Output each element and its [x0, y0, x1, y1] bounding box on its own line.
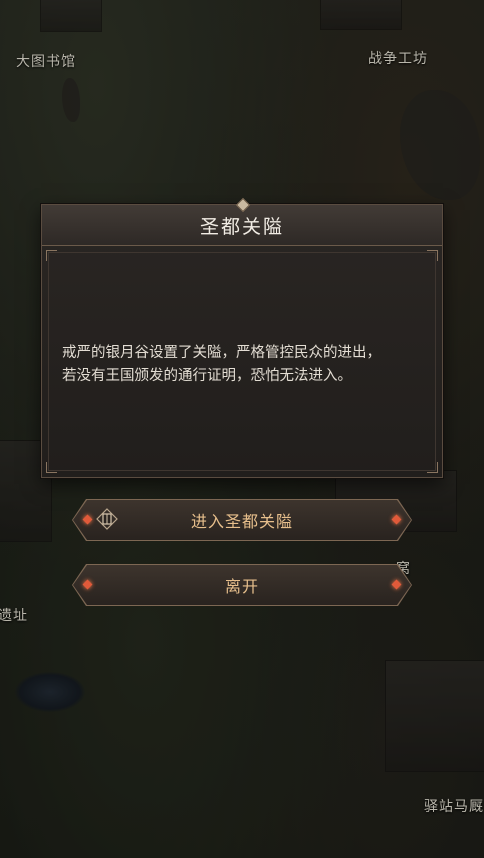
leave-button-label: 离开 — [224, 577, 259, 596]
frame-corner-ornament — [46, 250, 57, 261]
map-label-library[interactable]: 大图书馆 — [16, 51, 76, 71]
map-label-ruins[interactable]: 遗址 — [0, 605, 28, 625]
map-label-workshop[interactable]: 战争工坊 — [368, 48, 428, 68]
enter-pass-button-label: 进入圣都关隘 — [190, 512, 293, 531]
leave-button[interactable]: 离开 — [72, 564, 412, 606]
dialog-message-line: 若没有王国颁发的通行证明，恐怕无法进入。 — [62, 368, 352, 384]
frame-corner-ornament — [46, 462, 57, 473]
enter-pass-button[interactable]: 进入圣都关隘 — [72, 499, 412, 541]
dialog-message: 戒严的银月谷设置了关隘，严格管控民众的进出， 若没有王国颁发的通行证明，恐怕无法… — [62, 342, 422, 388]
dialog-body: 戒严的银月谷设置了关隘，严格管控民众的进出， 若没有王国颁发的通行证明，恐怕无法… — [42, 246, 442, 477]
frame-corner-ornament — [427, 462, 438, 473]
map-label-station[interactable]: 驿站马厩 — [424, 796, 484, 816]
game-screen: 大图书馆 战争工坊 遗址 窝 驿站马厩 圣都关隘 戒严的银月谷设置了关隘，严格管… — [0, 0, 484, 858]
frame-corner-ornament — [427, 250, 438, 261]
dialog-message-line: 戒严的银月谷设置了关隘，严格管控民众的进出， — [62, 345, 381, 361]
event-dialog: 圣都关隘 戒严的银月谷设置了关隘，严格管控民众的进出， 若没有王国颁发的通行证明… — [41, 197, 443, 478]
dialog-title: 圣都关隘 — [199, 215, 284, 238]
